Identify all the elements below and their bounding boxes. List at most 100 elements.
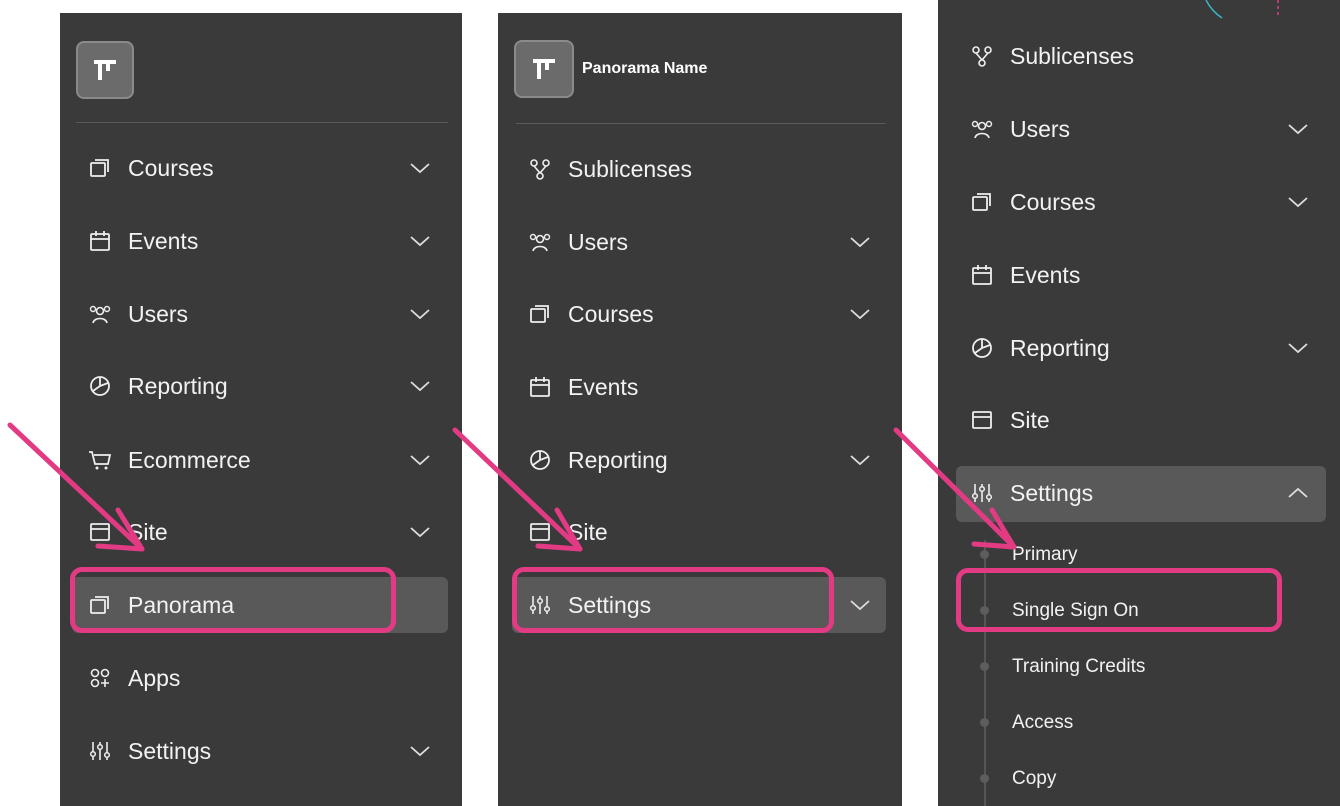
org-logo[interactable] [514, 40, 574, 98]
divider [76, 122, 448, 123]
sidebar-item-reporting[interactable]: Reporting [88, 364, 432, 408]
sidebar-panel-1: Courses Events Users Reporting Ecommerce… [60, 13, 462, 806]
courses-icon [970, 190, 994, 214]
courses-icon [88, 156, 112, 180]
users-icon [970, 117, 994, 141]
subitem-label: Copy [1012, 768, 1057, 789]
chevron-down-icon[interactable] [1286, 190, 1310, 214]
reporting-icon [528, 448, 552, 472]
sidebar-item-courses[interactable]: Courses [528, 292, 872, 336]
highlight-box [70, 567, 396, 633]
sidebar-item-label: Site [128, 518, 168, 545]
sidebar-item-label: Reporting [128, 372, 228, 399]
sidebar-item-label: Users [128, 300, 189, 327]
sidebar-item-label: Events [568, 373, 639, 400]
sidebar-item-events[interactable]: Events [528, 365, 872, 409]
chevron-down-icon[interactable] [848, 230, 872, 254]
sidebar-item-users[interactable]: Users [88, 292, 432, 336]
sidebar-item-events[interactable]: Events [970, 253, 1310, 297]
org-name: Panorama Name [582, 60, 708, 77]
chevron-down-icon[interactable] [408, 156, 432, 180]
subitem-dot [980, 774, 989, 783]
sidebar-item-label: Events [1010, 261, 1081, 288]
chevron-down-icon[interactable] [848, 593, 872, 617]
calendar-icon [88, 229, 112, 253]
sidebar-item-users[interactable]: Users [528, 220, 872, 264]
chevron-down-icon[interactable] [408, 448, 432, 472]
subitem-copy[interactable]: Copy [1012, 764, 1056, 794]
cart-icon [88, 448, 112, 472]
sidebar-item-label: Settings [1010, 479, 1094, 506]
sidebar-item-label: Courses [1010, 188, 1096, 215]
sidebar-item-label: Users [568, 228, 629, 255]
sidebar-item-site[interactable]: Site [528, 510, 872, 554]
subitem-label: Access [1012, 712, 1074, 733]
settings-icon [970, 481, 994, 505]
chevron-up-icon[interactable] [1286, 481, 1310, 505]
chevron-down-icon[interactable] [1286, 117, 1310, 141]
sidebar-item-label: Events [128, 227, 199, 254]
subitem-training-credits[interactable]: Training Credits [1012, 652, 1145, 682]
calendar-icon [528, 375, 552, 399]
sidebar-item-label: Courses [568, 300, 654, 327]
sidebar-item-label: Users [1010, 115, 1071, 142]
highlight-box [956, 568, 1282, 632]
sidebar-item-site[interactable]: Site [88, 510, 432, 554]
logo-icon [533, 59, 555, 79]
users-icon [528, 230, 552, 254]
sidebar-item-courses[interactable]: Courses [88, 146, 432, 190]
chevron-down-icon[interactable] [848, 448, 872, 472]
settings-icon [88, 739, 112, 763]
sidebar-item-site[interactable]: Site [970, 398, 1310, 442]
chevron-down-icon[interactable] [1286, 336, 1310, 360]
subitem-dot [980, 662, 989, 671]
sidebar-item-events[interactable]: Events [88, 219, 432, 263]
sidebar-item-label: Settings [128, 737, 212, 764]
sublicenses-icon [528, 157, 552, 181]
sidebar-item-sublicenses[interactable]: Sublicenses [528, 147, 872, 191]
sidebar-item-label: Courses [128, 154, 214, 181]
sidebar-item-settings[interactable]: Settings [88, 729, 432, 773]
subitem-primary[interactable]: Primary [1012, 540, 1077, 570]
chevron-down-icon[interactable] [408, 229, 432, 253]
chevron-down-icon[interactable] [408, 374, 432, 398]
chevron-down-icon[interactable] [408, 302, 432, 326]
chevron-down-icon[interactable] [408, 520, 432, 544]
sidebar-item-reporting[interactable]: Reporting [528, 438, 872, 482]
sidebar-item-label: Site [1010, 406, 1050, 433]
site-icon [970, 408, 994, 432]
sidebar-item-reporting[interactable]: Reporting [970, 326, 1310, 370]
sidebar-item-apps[interactable]: Apps [88, 656, 432, 700]
sidebar-item-label: Sublicenses [568, 155, 693, 182]
subitem-dot [980, 718, 989, 727]
divider [516, 123, 886, 124]
site-icon [528, 520, 552, 544]
sublicenses-icon [970, 44, 994, 68]
sidebar-item-label: Site [568, 518, 608, 545]
sidebar-item-settings[interactable]: Settings [970, 471, 1310, 515]
subitem-access[interactable]: Access [1012, 708, 1073, 738]
sidebar-item-label: Ecommerce [128, 446, 251, 473]
org-logo[interactable] [76, 41, 134, 99]
chevron-down-icon[interactable] [848, 302, 872, 326]
sidebar-item-label: Sublicenses [1010, 42, 1135, 69]
sidebar-item-sublicenses[interactable]: Sublicenses [970, 34, 1310, 78]
sidebar-item-label: Reporting [568, 446, 668, 473]
users-icon [88, 302, 112, 326]
chevron-down-icon[interactable] [408, 739, 432, 763]
reporting-icon [970, 336, 994, 360]
subitem-label: Primary [1012, 544, 1078, 565]
subitem-dot [980, 550, 989, 559]
calendar-icon [970, 263, 994, 287]
sidebar-item-users[interactable]: Users [970, 107, 1310, 151]
site-icon [88, 520, 112, 544]
sidebar-panel-3: Sublicenses Users Courses Events Reporti… [938, 0, 1340, 806]
sidebar-item-ecommerce[interactable]: Ecommerce [88, 438, 432, 482]
reporting-icon [88, 374, 112, 398]
courses-icon [528, 302, 552, 326]
sidebar-item-label: Apps [128, 664, 181, 691]
subitem-label: Training Credits [1012, 656, 1146, 677]
logo-icon [94, 60, 116, 80]
sidebar-item-courses[interactable]: Courses [970, 180, 1310, 224]
highlight-box [512, 567, 834, 633]
